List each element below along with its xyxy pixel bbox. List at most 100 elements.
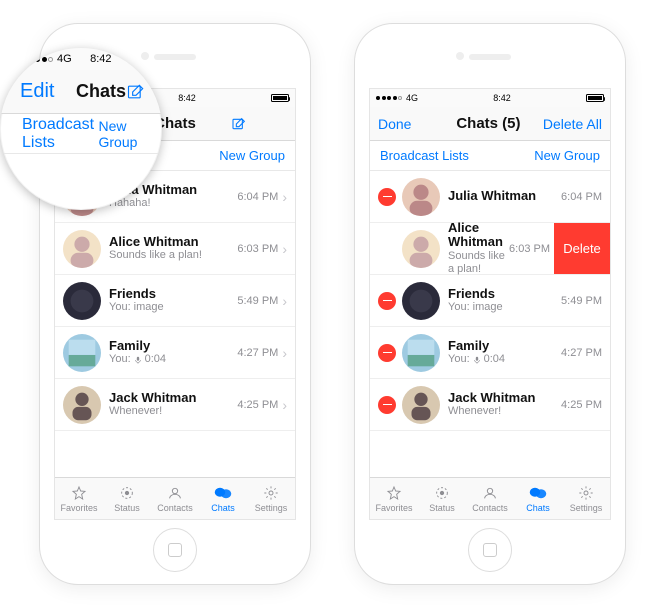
avatar: [63, 282, 101, 320]
page-title: Chats (5): [456, 115, 520, 132]
avatar: [402, 178, 440, 216]
avatar: [402, 230, 440, 268]
avatar: [402, 282, 440, 320]
compose-button[interactable]: [126, 82, 162, 102]
tab-chats[interactable]: Chats: [199, 478, 247, 519]
avatar: [402, 334, 440, 372]
chat-name: Friends: [448, 287, 557, 301]
chat-time: 4:27 PM: [237, 347, 278, 359]
delete-minus-button[interactable]: [378, 344, 396, 362]
chat-time: 6:03 PM: [237, 243, 278, 255]
status-icon: [119, 484, 135, 502]
contacts-icon: [167, 484, 183, 502]
chat-row[interactable]: Jack Whitman Whenever! 4:25 PM ›: [55, 379, 295, 431]
chat-name: Jack Whitman: [109, 391, 233, 405]
avatar: [63, 230, 101, 268]
tab-contacts[interactable]: Contacts: [466, 478, 514, 519]
tab-chats[interactable]: Chats: [514, 478, 562, 519]
tab-bar: Favorites Status Contacts: [370, 477, 610, 519]
chat-row[interactable]: Family You: 0:04 4:27 PM: [370, 327, 610, 379]
chat-list: Julia Whitman Hahaha! 6:04 PM › Alice Wh…: [55, 171, 295, 477]
tab-favorites[interactable]: Favorites: [55, 478, 103, 519]
phone-speaker: [469, 54, 511, 60]
signal-dots-icon: [376, 96, 402, 100]
carrier-label: 4G: [57, 53, 72, 65]
nav-bar: Done Chats (5) Delete All: [370, 107, 610, 141]
status-time: 8:42: [90, 53, 111, 65]
tab-contacts[interactable]: Contacts: [151, 478, 199, 519]
microphone-icon: [134, 356, 142, 364]
chats-icon: [214, 484, 232, 502]
gear-icon: [578, 484, 594, 502]
chat-preview: You: 0:04: [448, 353, 557, 366]
tab-status[interactable]: Status: [418, 478, 466, 519]
star-icon: [386, 484, 402, 502]
chat-time: 5:49 PM: [561, 295, 602, 307]
chat-row[interactable]: Alice Whitman Sounds like a plan! 6:03 P…: [370, 223, 610, 275]
new-group-link[interactable]: New Group: [219, 148, 285, 163]
chat-time: 4:27 PM: [561, 347, 602, 359]
chat-preview: Whenever!: [448, 405, 557, 418]
chats-icon: [529, 484, 547, 502]
chat-name: Family: [448, 339, 557, 353]
tab-settings[interactable]: Settings: [562, 478, 610, 519]
delete-minus-button[interactable]: [378, 396, 396, 414]
chat-preview: Sounds like a plan!: [109, 249, 233, 262]
chat-list: Julia Whitman 6:04 PM Alice Whitman Soun…: [370, 171, 610, 477]
chat-time: 6:04 PM: [561, 191, 602, 203]
star-icon: [71, 484, 87, 502]
chevron-right-icon: ›: [282, 345, 287, 361]
done-button[interactable]: Done: [378, 116, 434, 132]
chat-preview: You: 0:04: [109, 353, 233, 366]
compose-button[interactable]: [231, 116, 287, 132]
tab-bar: Favorites Status Contacts: [55, 477, 295, 519]
status-time: 8:42: [178, 93, 196, 103]
carrier-label: 4G: [406, 93, 418, 103]
edit-button[interactable]: Edit: [20, 80, 76, 103]
status-bar: 4G 8:42: [0, 48, 162, 70]
signal-dots-icon: [22, 57, 53, 62]
chat-row[interactable]: Friends You: image 5:49 PM: [370, 275, 610, 327]
delete-minus-button[interactable]: [378, 188, 396, 206]
home-button[interactable]: [468, 528, 512, 572]
chevron-right-icon: ›: [282, 189, 287, 205]
magnifier-lens: 4G 8:42 Edit Chats Broadcast Lists: [0, 48, 162, 210]
battery-icon: [130, 55, 148, 63]
battery-icon: [271, 94, 289, 102]
chat-preview: You: image: [109, 301, 233, 314]
gear-icon: [263, 484, 279, 502]
swipe-delete-button[interactable]: Delete: [554, 223, 610, 274]
microphone-icon: [473, 356, 481, 364]
tab-favorites[interactable]: Favorites: [370, 478, 418, 519]
chat-time: 5:49 PM: [237, 295, 278, 307]
home-button[interactable]: [153, 528, 197, 572]
avatar: [402, 386, 440, 424]
chat-name: Family: [109, 339, 233, 353]
tab-status[interactable]: Status: [103, 478, 151, 519]
chat-preview: Sounds like a plan!: [448, 250, 505, 276]
chat-name: Jack Whitman: [448, 391, 557, 405]
chat-row[interactable]: Family You: 0:04 4:27 PM ›: [55, 327, 295, 379]
chevron-right-icon: ›: [282, 293, 287, 309]
chat-row[interactable]: Julia Whitman 6:04 PM: [370, 171, 610, 223]
chat-time: 6:04 PM: [237, 191, 278, 203]
chat-name: Friends: [109, 287, 233, 301]
avatar: [63, 334, 101, 372]
chat-row[interactable]: Jack Whitman Whenever! 4:25 PM: [370, 379, 610, 431]
chat-name: Julia Whitman: [448, 189, 557, 203]
avatar: [63, 386, 101, 424]
new-group-link[interactable]: New Group: [98, 118, 148, 150]
broadcast-lists-link[interactable]: Broadcast Lists: [380, 148, 469, 163]
tab-settings[interactable]: Settings: [247, 478, 295, 519]
phone-frame-right: 4G 8:42 Done Chats (5) Delete All Broadc…: [355, 24, 625, 584]
chevron-right-icon: ›: [282, 397, 287, 413]
page-title: Chats: [76, 81, 126, 102]
status-icon: [434, 484, 450, 502]
delete-minus-button[interactable]: [378, 292, 396, 310]
chat-row[interactable]: Alice Whitman Sounds like a plan! 6:03 P…: [55, 223, 295, 275]
new-group-link[interactable]: New Group: [534, 148, 600, 163]
chat-row[interactable]: Friends You: image 5:49 PM ›: [55, 275, 295, 327]
broadcast-lists-link[interactable]: Broadcast Lists: [22, 116, 98, 152]
delete-all-button[interactable]: Delete All: [543, 116, 602, 132]
chat-time: 6:03 PM: [509, 243, 550, 255]
